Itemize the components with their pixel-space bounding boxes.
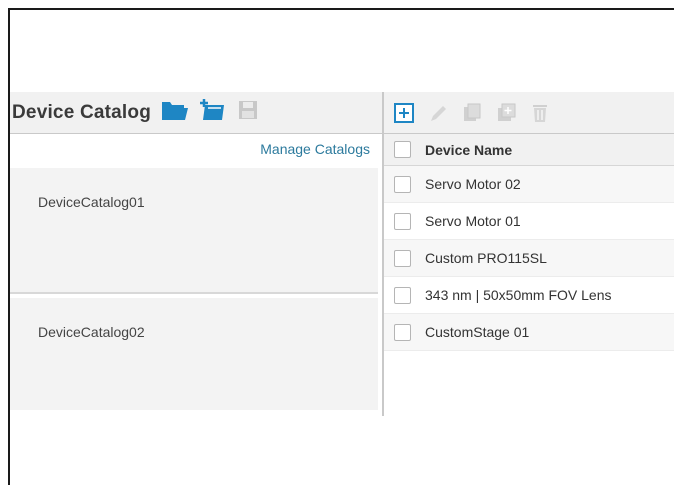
device-name-cell: Custom PRO115SL [425, 250, 547, 266]
device-name-cell: Servo Motor 01 [425, 213, 521, 229]
table-row[interactable]: Servo Motor 02 [384, 166, 674, 203]
catalog-item-label: DeviceCatalog02 [38, 324, 145, 340]
row-checkbox[interactable] [394, 175, 411, 193]
manage-catalogs-link[interactable]: Manage Catalogs [260, 141, 370, 157]
table-row[interactable]: Servo Motor 01 [384, 203, 674, 240]
catalog-item[interactable]: DeviceCatalog02 [10, 298, 378, 410]
row-checkbox[interactable] [394, 323, 411, 341]
column-header-device-name[interactable]: Device Name [425, 142, 512, 158]
row-checkbox[interactable] [394, 286, 411, 304]
save-icon [237, 99, 259, 126]
catalog-item-label: DeviceCatalog01 [38, 194, 145, 210]
device-name-cell: 343 nm | 50x50mm FOV Lens [425, 287, 612, 303]
table-row[interactable]: CustomStage 01 [384, 314, 674, 351]
add-catalog-icon[interactable] [199, 98, 227, 127]
catalog-title: Device Catalog [12, 101, 152, 123]
manage-row: Manage Catalogs [10, 134, 382, 164]
catalog-header: Device Catalog [10, 92, 382, 134]
delete-icon [528, 101, 552, 125]
device-name-cell: Servo Motor 02 [425, 176, 521, 192]
device-table-header: Device Name [384, 134, 674, 166]
open-folder-icon[interactable] [161, 99, 189, 126]
window-frame: Device Catalog Manage Catalogs DeviceCat… [8, 8, 674, 485]
table-row[interactable]: 343 nm | 50x50mm FOV Lens [384, 277, 674, 314]
edit-icon [426, 101, 450, 125]
device-name-cell: CustomStage 01 [425, 324, 530, 340]
table-row[interactable]: Custom PRO115SL [384, 240, 674, 277]
row-checkbox[interactable] [394, 249, 411, 267]
copy-icon [460, 101, 484, 125]
select-all-checkbox[interactable] [394, 141, 411, 158]
catalog-item[interactable]: DeviceCatalog01 [10, 168, 378, 294]
duplicate-icon [494, 101, 518, 125]
row-checkbox[interactable] [394, 212, 411, 230]
add-icon[interactable] [392, 101, 416, 125]
device-toolbar [384, 92, 674, 134]
